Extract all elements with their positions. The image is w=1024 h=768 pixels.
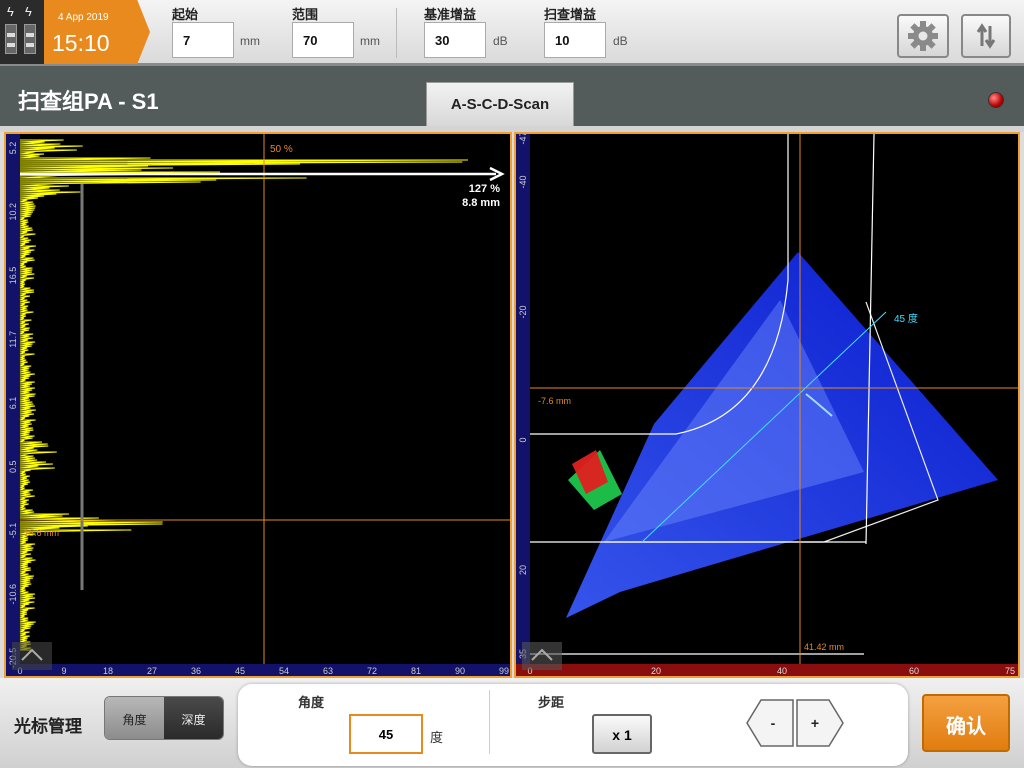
charging-bolt-icon: ϟ <box>25 4 32 19</box>
battery-indicator: ϟ ϟ <box>0 0 44 64</box>
start-input[interactable]: 7 <box>172 22 234 58</box>
s-x-tick-label: 60 <box>909 666 919 676</box>
a-y-tick-label: 5.2 <box>8 142 18 155</box>
date-text: 4 App 2019 <box>58 12 109 23</box>
step-button[interactable]: x 1 <box>592 714 652 754</box>
a-x-tick-label: 9 <box>61 666 66 676</box>
a-x-tick-label: 45 <box>235 666 245 676</box>
peak-amplitude: 127 % <box>469 183 500 195</box>
collapse-button[interactable] <box>12 642 52 670</box>
cursor-h-label: -7.6 mm <box>538 396 571 406</box>
s-y-tick-label: -47 <box>518 134 528 145</box>
transfer-button[interactable] <box>961 14 1011 58</box>
a-x-tick-label: 81 <box>411 666 421 676</box>
clock-display: 4 App 2019 15:10 <box>44 0 150 64</box>
step-label: 步距 <box>538 695 565 710</box>
time-text: 15:10 <box>52 30 110 56</box>
angle-unit: 度 <box>430 730 444 745</box>
up-down-arrows-icon <box>976 23 996 49</box>
s-scan-panel[interactable]: 45 度 -7.6 mm 41.42 mm -47-40-2002035 020… <box>514 132 1020 678</box>
a-y-tick-label: -10.6 <box>8 584 18 605</box>
plus-icon: + <box>811 715 819 731</box>
s-x-tick-label: 75 <box>1005 666 1015 676</box>
range-unit: mm <box>360 34 380 48</box>
s-x-tick-label: 40 <box>777 666 787 676</box>
start-unit: mm <box>240 34 260 48</box>
s-y-tick-label: -40 <box>518 175 528 188</box>
scan-group-title: 扫查组PA - S1 <box>18 89 159 114</box>
angle-label: 角度 <box>298 695 325 710</box>
tab-ascd-scan[interactable]: A-S-C-D-Scan <box>426 82 574 126</box>
scan-gain-label: 扫查增益 <box>544 7 597 22</box>
scan-gain-input[interactable]: 10 <box>544 22 606 58</box>
charging-bolt-icon: ϟ <box>7 4 14 19</box>
gate-label: 50 % <box>270 144 293 155</box>
cursor-mode-toggle: 角度 深度 <box>104 696 224 740</box>
ref-gain-input[interactable]: 30 <box>424 22 486 58</box>
cursor-management-label: 光标管理 <box>14 717 82 736</box>
a-y-tick-label: -5.1 <box>8 523 18 539</box>
a-x-tick-label: 54 <box>279 666 289 676</box>
s-x-tick-label: 20 <box>651 666 661 676</box>
s-y-tick-label: -20 <box>518 305 528 318</box>
ref-gain-label: 基准增益 <box>424 7 477 22</box>
a-y-tick-label: 11.7 <box>8 331 18 348</box>
a-y-tick-label: 16.5 <box>8 267 18 285</box>
minus-icon: - <box>771 715 776 731</box>
s-y-tick-label: 20 <box>518 565 528 575</box>
start-label: 起始 <box>172 7 199 22</box>
toggle-depth-button[interactable]: 深度 <box>164 697 223 739</box>
s-y-tick-label: 0 <box>518 437 528 442</box>
confirm-button[interactable]: 确认 <box>922 694 1010 752</box>
a-y-tick-label: 10.2 <box>8 203 18 221</box>
beam-angle-label: 45 度 <box>894 312 918 325</box>
a-y-tick-label: 0.5 <box>8 460 18 473</box>
peak-depth: 8.8 mm <box>462 197 500 209</box>
a-x-tick-label: 36 <box>191 666 201 676</box>
cursor-v-label: 41.42 mm <box>804 642 844 652</box>
a-scan-panel[interactable]: 50 % 127 % 8.8 mm 15.6 mm 5.2 10.2 16.5 11.… <box>4 132 512 678</box>
ref-gain-unit: dB <box>493 34 508 48</box>
status-led-icon <box>988 92 1004 108</box>
a-x-tick-label: 90 <box>455 666 465 676</box>
a-x-tick-label: 72 <box>367 666 377 676</box>
collapse-button[interactable] <box>522 642 562 670</box>
a-x-tick-label: 18 <box>103 666 113 676</box>
cursor-depth-label: 15.6 mm <box>24 528 59 538</box>
settings-button[interactable] <box>897 14 949 58</box>
increment-button[interactable] <box>796 699 844 747</box>
a-x-tick-label: 27 <box>147 666 157 676</box>
a-scan-signal <box>19 139 468 651</box>
toggle-angle-button[interactable]: 角度 <box>105 697 164 739</box>
scan-gain-unit: dB <box>613 34 628 48</box>
gear-icon <box>908 21 938 51</box>
top-toolbar <box>0 0 1024 66</box>
range-input[interactable]: 70 <box>292 22 354 58</box>
range-label: 范围 <box>292 7 319 22</box>
angle-input[interactable]: 45 <box>349 714 423 754</box>
a-x-tick-label: 99 <box>499 666 509 676</box>
a-y-tick-label: 6.1 <box>8 397 18 410</box>
a-x-tick-label: 63 <box>323 666 333 676</box>
